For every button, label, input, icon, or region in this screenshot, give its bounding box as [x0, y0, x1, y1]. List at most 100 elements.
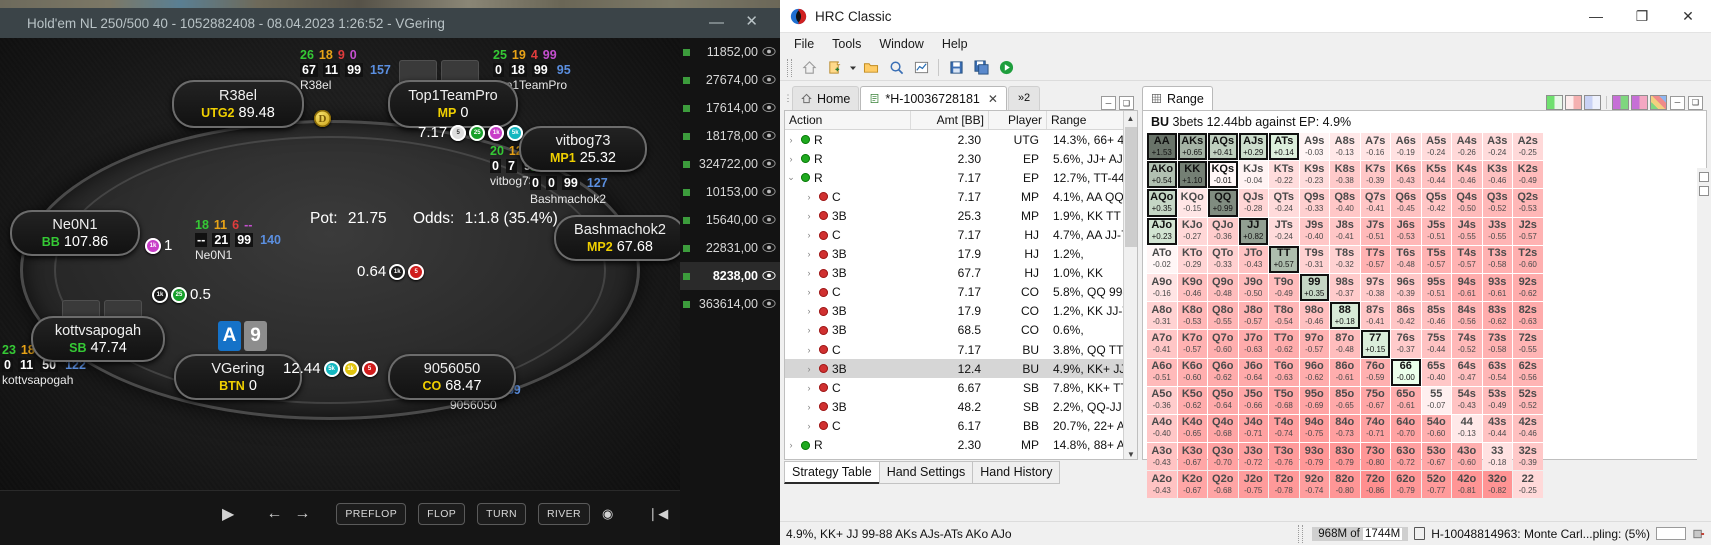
range-cell[interactable]: J5o -0.66: [1238, 386, 1268, 414]
range-cell[interactable]: Q6s -0.45: [1391, 189, 1421, 217]
pane-restore-button[interactable]: ❑: [1119, 96, 1134, 110]
cash-row[interactable]: 324722,00: [680, 150, 780, 178]
range-cell[interactable]: 85s -0.46: [1421, 302, 1451, 330]
tree-row[interactable]: ›R2.30MP14.8%, 88+ ATs+ A8s: [785, 436, 1138, 455]
blue-white-swatch[interactable]: [1584, 95, 1601, 110]
range-cell[interactable]: Q9s -0.33: [1299, 189, 1329, 217]
cash-row[interactable]: 17614,00: [680, 94, 780, 122]
tree-row[interactable]: › 3B 67.7 HJ 1.0%, KK: [785, 264, 1137, 283]
column-header-action[interactable]: Action: [785, 111, 911, 129]
expand-toggle-icon[interactable]: ›: [803, 287, 815, 297]
range-cell[interactable]: 93s -0.61: [1482, 273, 1512, 302]
player-seat-bashmachok2[interactable]: Bashmachok2 MP2 67.68: [554, 215, 680, 261]
range-cell[interactable]: 22 -0.25: [1513, 471, 1543, 499]
tab-hand-settings[interactable]: Hand Settings: [878, 461, 974, 484]
search-icon[interactable]: [885, 57, 907, 78]
range-cell[interactable]: T5s -0.57: [1421, 245, 1451, 273]
range-cell[interactable]: A2o -0.43: [1147, 471, 1177, 499]
range-cell[interactable]: J2s -0.57: [1513, 217, 1543, 245]
dropdown-arrow-icon[interactable]: [848, 57, 857, 78]
range-cell[interactable]: K5o -0.62: [1177, 386, 1207, 414]
range-cell[interactable]: J7o -0.63: [1238, 330, 1268, 358]
new-file-icon[interactable]: [823, 57, 845, 78]
range-cell[interactable]: 32o -0.82: [1482, 471, 1512, 499]
cash-row[interactable]: 18178,00: [680, 122, 780, 150]
range-cell[interactable]: 84o -0.73: [1330, 414, 1360, 443]
tree-row[interactable]: ›C6.67SB7.8%, KK+ TT-55 AJs: [785, 378, 1138, 397]
range-cell[interactable]: 86o -0.61: [1330, 358, 1360, 386]
range-cell[interactable]: 54o -0.60: [1421, 414, 1451, 443]
range-cell[interactable]: KK +1.10: [1177, 161, 1207, 189]
range-cell[interactable]: T9s -0.31: [1299, 245, 1329, 273]
range-cell[interactable]: J3s -0.55: [1482, 217, 1512, 245]
player-seat-9056050[interactable]: 9056050 CO 68.47: [388, 354, 516, 400]
pane-grip-icon[interactable]: ⋮: [784, 86, 793, 110]
range-cell[interactable]: K6s -0.43: [1391, 161, 1421, 189]
range-cell[interactable]: A3s -0.24: [1482, 133, 1512, 161]
range-cell[interactable]: A9o -0.16: [1147, 273, 1177, 302]
range-cell[interactable]: K4s -0.46: [1452, 161, 1482, 189]
tree-row-selected[interactable]: ›3B12.4BU4.9%, KK+ JJ 99-88 A: [785, 359, 1137, 379]
expand-toggle-icon[interactable]: ›: [785, 440, 797, 450]
range-cell[interactable]: T7s -0.57: [1360, 245, 1390, 273]
range-cell[interactable]: 93o -0.79: [1299, 443, 1329, 471]
range-cell[interactable]: 92o -0.74: [1299, 471, 1329, 499]
range-cell[interactable]: K9s -0.23: [1299, 161, 1329, 189]
range-cell[interactable]: T8s -0.32: [1330, 245, 1360, 273]
menu-item-tools[interactable]: Tools: [824, 35, 869, 53]
range-cell[interactable]: Q5o -0.64: [1208, 386, 1238, 414]
range-cell[interactable]: JJ +0.82: [1238, 217, 1268, 245]
tree-row[interactable]: ›C7.17HJ4.7%, AA JJ-77 AQs-A: [785, 225, 1138, 244]
range-cell[interactable]: 43s -0.44: [1482, 414, 1512, 443]
range-cell[interactable]: A8o -0.31: [1147, 302, 1177, 330]
tree-row[interactable]: ›C7.17BU3.8%, QQ TT 77 AQs: [785, 340, 1138, 359]
range-cell[interactable]: 88 +0.18: [1330, 302, 1360, 330]
chart-icon[interactable]: [910, 57, 932, 78]
range-cell[interactable]: 85o -0.65: [1330, 386, 1360, 414]
range-cell[interactable]: 76o -0.59: [1360, 358, 1390, 386]
expand-toggle-icon[interactable]: ›: [785, 459, 797, 460]
pane-minimize-button[interactable]: ─: [1101, 96, 1116, 110]
range-pane-restore-button[interactable]: ❑: [1688, 95, 1703, 110]
menu-item-file[interactable]: File: [786, 35, 822, 53]
range-cell[interactable]: QQ +0.99: [1208, 189, 1238, 217]
preflop-button[interactable]: PREFLOP: [336, 503, 407, 525]
range-cell[interactable]: K2o -0.67: [1177, 471, 1207, 499]
range-cell[interactable]: 73o -0.80: [1360, 443, 1390, 471]
toolbar-grip[interactable]: [787, 58, 792, 77]
scrollbar-thumb[interactable]: [1125, 127, 1137, 247]
range-cell[interactable]: 74o -0.71: [1360, 414, 1390, 443]
range-cell[interactable]: ATo -0.02: [1147, 245, 1177, 273]
green-white-swatch[interactable]: [1546, 95, 1563, 110]
range-cell[interactable]: 87s -0.41: [1360, 302, 1390, 330]
column-header-amount[interactable]: Amt [BB]: [911, 111, 989, 129]
hrc-maximize-button[interactable]: ❐: [1619, 0, 1665, 32]
trash-icon[interactable]: [1414, 527, 1426, 540]
menu-item-help[interactable]: Help: [934, 35, 976, 53]
cash-row[interactable]: 27674,00: [680, 66, 780, 94]
range-cell[interactable]: 75s -0.44: [1421, 330, 1451, 358]
cash-row[interactable]: 22831,00: [680, 234, 780, 262]
tree-row[interactable]: ›3B48.2SB2.2%, QQ-JJ AQs+ A: [785, 397, 1138, 416]
range-cell[interactable]: 62o -0.79: [1391, 471, 1421, 499]
range-cell[interactable]: 63s -0.54: [1482, 358, 1512, 386]
range-cell[interactable]: Q4o -0.68: [1208, 414, 1238, 443]
range-cell[interactable]: K6o -0.60: [1177, 358, 1207, 386]
player-seat-ne0n1[interactable]: Ne0N1 BB 107.86: [10, 210, 140, 256]
range-cell[interactable]: J8s -0.41: [1330, 217, 1360, 245]
menu-item-window[interactable]: Window: [871, 35, 931, 53]
range-cell[interactable]: J6s -0.53: [1391, 217, 1421, 245]
close-icon[interactable]: ✕: [988, 92, 998, 106]
range-cell[interactable]: AJo +0.23: [1147, 217, 1177, 245]
range-cell[interactable]: A4o -0.40: [1147, 414, 1177, 443]
range-cell[interactable]: KQo -0.15: [1177, 189, 1207, 217]
player-seat-r38el[interactable]: R38el UTG2 89.48: [172, 80, 304, 128]
range-cell[interactable]: 42s -0.46: [1513, 414, 1543, 443]
tree-row[interactable]: ›C7.17MP4.1%, AA QQ-JJ 99 A: [785, 187, 1138, 206]
range-cell[interactable]: A8s -0.13: [1330, 133, 1360, 161]
range-cell[interactable]: T8o -0.54: [1269, 302, 1299, 330]
tree-row[interactable]: ›R2.30HJ20.9%, 66+ AJs+ A2s: [785, 455, 1137, 460]
range-cell[interactable]: A7s -0.16: [1360, 133, 1390, 161]
range-cell[interactable]: K7s -0.39: [1360, 161, 1390, 189]
eye-toggle-button[interactable]: ◉: [602, 506, 613, 522]
